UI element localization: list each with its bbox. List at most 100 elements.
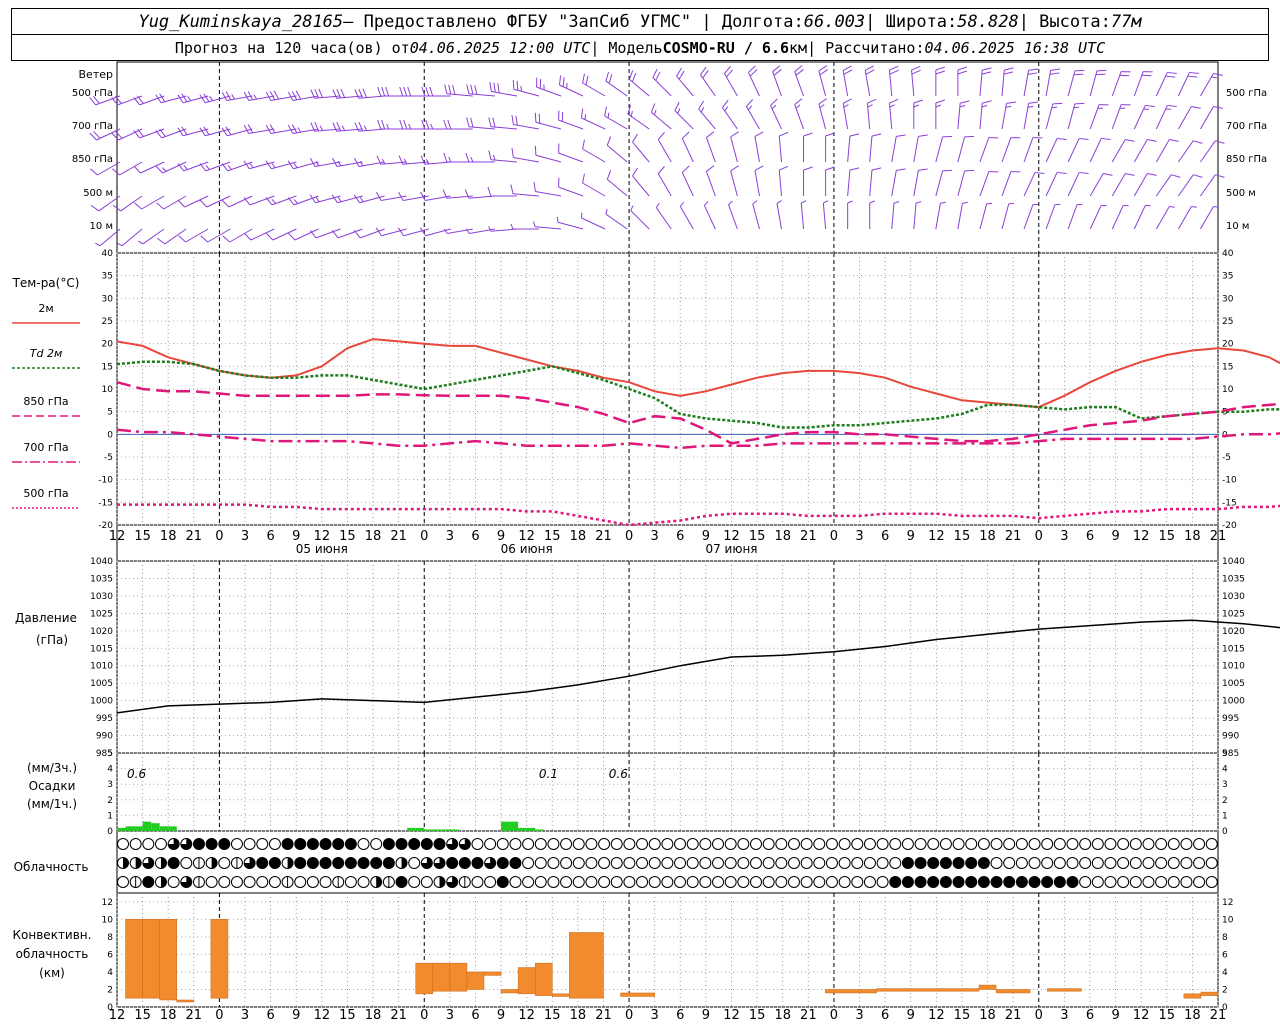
wind-barb-feather bbox=[698, 100, 705, 110]
precip-tick-right: 4 bbox=[1222, 765, 1228, 775]
wind-label: Ветер bbox=[79, 68, 113, 81]
cloud-circle bbox=[724, 838, 737, 850]
wind-barb-feather bbox=[849, 167, 860, 171]
wind-barb bbox=[754, 131, 764, 163]
hour-label: 6 bbox=[1086, 529, 1094, 544]
wind-barb-shaft bbox=[1001, 203, 1010, 230]
hour-label: 18 bbox=[160, 1008, 177, 1023]
cloud-circle bbox=[243, 838, 256, 850]
wind-barb-feather bbox=[871, 133, 882, 137]
wind-barb bbox=[957, 169, 975, 197]
cloud-symbol bbox=[167, 838, 180, 850]
wind-barb-feather bbox=[287, 197, 295, 206]
wind-barb bbox=[1045, 171, 1067, 197]
cloud-symbol bbox=[598, 857, 611, 869]
cloud-circle bbox=[547, 857, 560, 869]
wind-barb-feather bbox=[795, 69, 804, 76]
wind-barb-shaft bbox=[957, 170, 966, 197]
wind-barb-feather bbox=[137, 95, 144, 104]
wind-barb-shaft bbox=[869, 170, 873, 197]
cloud-circle bbox=[585, 857, 598, 869]
cloud-circle bbox=[534, 876, 547, 888]
wind-barb-shaft bbox=[558, 186, 584, 197]
cloud-symbol bbox=[636, 876, 649, 888]
wind-barb-feather bbox=[585, 75, 589, 86]
cloud-symbol bbox=[851, 876, 864, 888]
cloud-symbol bbox=[648, 876, 661, 888]
cloud-symbol bbox=[1205, 876, 1218, 888]
wind-barb bbox=[822, 200, 829, 230]
wind-barb-shaft bbox=[632, 175, 650, 197]
cloud-symbol bbox=[230, 876, 243, 888]
precip-bar bbox=[449, 829, 459, 831]
cloud-circle bbox=[1117, 838, 1130, 850]
cloud-circle bbox=[825, 838, 838, 850]
wind-barb bbox=[957, 135, 975, 163]
cloud-symbol bbox=[180, 838, 193, 850]
wind-barb-feather bbox=[1169, 138, 1179, 142]
temp-series-line bbox=[116, 428, 1280, 450]
cloud-circle bbox=[344, 876, 357, 888]
wind-barb-feather bbox=[199, 199, 208, 208]
cloud-symbol bbox=[458, 857, 471, 869]
wind-barb-feather bbox=[803, 132, 813, 137]
cloud-circle bbox=[1104, 838, 1117, 850]
wind-barb-shaft bbox=[119, 161, 143, 176]
wind-barb-feather bbox=[706, 165, 715, 172]
cloud-circle bbox=[750, 838, 762, 850]
cloud-symbol bbox=[458, 876, 471, 888]
hour-label: 21 bbox=[1210, 529, 1227, 544]
wind-barb-feather bbox=[1004, 67, 1014, 71]
wind-barb-feather bbox=[981, 71, 992, 75]
cloud-symbol bbox=[218, 838, 231, 850]
wind-barb-feather bbox=[470, 156, 474, 163]
cloud-circle bbox=[319, 876, 332, 888]
wind-barb bbox=[847, 200, 853, 229]
wind-barb-feather bbox=[556, 216, 559, 223]
wind-barb bbox=[957, 100, 970, 130]
temp-tick-right: 30 bbox=[1222, 294, 1234, 304]
cloud-symbol bbox=[686, 838, 699, 850]
wind-barb bbox=[652, 68, 672, 97]
cloud-symbol bbox=[509, 876, 522, 888]
cloud-symbol bbox=[800, 876, 813, 888]
cloud-symbol bbox=[1104, 857, 1117, 869]
wind-barb bbox=[723, 66, 738, 97]
wind-barb bbox=[913, 99, 923, 129]
cloud-circle bbox=[699, 876, 712, 888]
wind-barb-feather bbox=[582, 73, 585, 84]
precip-bar bbox=[142, 821, 152, 831]
legend-label: 850 гПа bbox=[23, 395, 68, 408]
wind-barb-shaft bbox=[120, 195, 143, 212]
wind-barb-feather bbox=[227, 165, 232, 170]
hour-label: 21 bbox=[186, 1008, 203, 1023]
wind-barb bbox=[375, 227, 407, 237]
wind-barb-shaft bbox=[229, 228, 253, 243]
cloud-symbol bbox=[484, 857, 497, 869]
wind-barb-feather bbox=[706, 131, 715, 138]
wind-barb bbox=[1089, 137, 1111, 163]
wind-barb bbox=[1133, 104, 1155, 130]
cloud-symbol bbox=[471, 876, 484, 888]
wind-barb-shaft bbox=[913, 170, 919, 197]
wind-barb bbox=[776, 200, 782, 230]
wind-barb-shaft bbox=[630, 210, 650, 230]
wind-barb-feather bbox=[1215, 140, 1225, 144]
cloud-symbol bbox=[243, 876, 256, 888]
cloud-symbol bbox=[382, 838, 395, 850]
wind-barb bbox=[705, 165, 716, 197]
wind-barb-feather bbox=[1147, 138, 1157, 142]
wind-barb bbox=[133, 128, 165, 139]
cloud-symbol bbox=[332, 857, 345, 869]
cloud-fill bbox=[927, 857, 939, 869]
cloud-symbol bbox=[1091, 838, 1104, 850]
wind-barb-feather bbox=[187, 96, 192, 101]
cloud-fill bbox=[383, 838, 395, 850]
wind-barb-shaft bbox=[535, 226, 562, 230]
wind-barb-feather bbox=[1167, 104, 1177, 108]
hour-label: 18 bbox=[365, 529, 382, 544]
cloud-symbol bbox=[560, 857, 573, 869]
wind-barb-feather bbox=[678, 70, 685, 80]
wind-barb-feather bbox=[864, 65, 874, 71]
cloud-symbol bbox=[724, 838, 737, 850]
